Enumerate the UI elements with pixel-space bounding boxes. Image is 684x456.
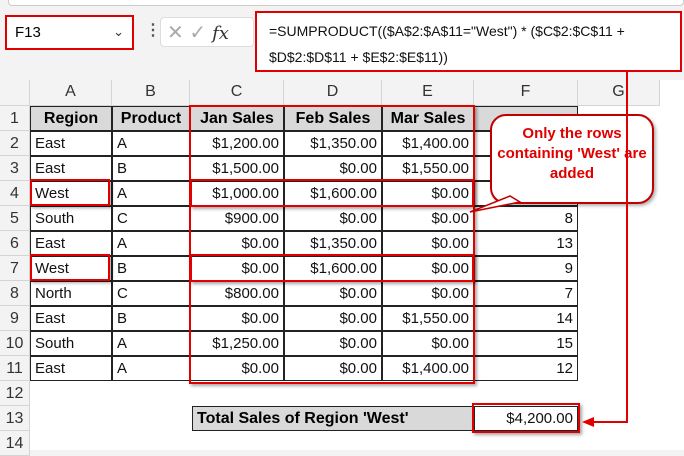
- table-cell[interactable]: $0.00: [190, 231, 284, 256]
- column-header-G[interactable]: G: [578, 80, 660, 106]
- row-header-13[interactable]: 13: [0, 406, 30, 431]
- enter-icon[interactable]: ✓: [189, 22, 206, 44]
- table-cell[interactable]: $1,400.00: [382, 356, 474, 381]
- formula-bar[interactable]: =SUMPRODUCT(($A$2:$A$11="West") * ($C$2:…: [255, 11, 682, 72]
- table-cell[interactable]: $1,000.00: [190, 181, 284, 206]
- table-cell[interactable]: $1,550.00: [382, 306, 474, 331]
- table-cell[interactable]: 8: [474, 206, 578, 231]
- table-cell[interactable]: B: [112, 256, 190, 281]
- table-cell[interactable]: South: [30, 331, 112, 356]
- row-header-7[interactable]: 7: [0, 256, 30, 281]
- total-label[interactable]: Total Sales of Region 'West': [192, 406, 474, 431]
- table-cell[interactable]: $1,500.00: [190, 156, 284, 181]
- table-cell[interactable]: 7: [474, 281, 578, 306]
- table-cell[interactable]: A: [112, 331, 190, 356]
- table-cell[interactable]: B: [112, 306, 190, 331]
- row-header-3[interactable]: 3: [0, 156, 30, 181]
- table-cell[interactable]: $0.00: [284, 331, 382, 356]
- table-cell[interactable]: B: [112, 156, 190, 181]
- row-header-11[interactable]: 11: [0, 356, 30, 381]
- header-cell[interactable]: Feb Sales: [284, 106, 382, 131]
- column-header-F[interactable]: F: [474, 80, 578, 106]
- row-header-8[interactable]: 8: [0, 281, 30, 306]
- column-header-A[interactable]: A: [30, 80, 112, 106]
- column-header-D[interactable]: D: [284, 80, 382, 106]
- table-cell[interactable]: $0.00: [284, 281, 382, 306]
- table-cell[interactable]: West: [30, 256, 112, 281]
- table-cell[interactable]: 15: [474, 331, 578, 356]
- table-cell[interactable]: A: [112, 181, 190, 206]
- column-header-C[interactable]: C: [190, 80, 284, 106]
- table-cell[interactable]: $1,200.00: [190, 131, 284, 156]
- table-cell[interactable]: $1,350.00: [284, 231, 382, 256]
- chevron-down-icon[interactable]: ⌄: [113, 24, 124, 40]
- table-cell[interactable]: $1,600.00: [284, 181, 382, 206]
- callout-note: Only the rows containing 'West' are adde…: [490, 114, 654, 204]
- table-cell[interactable]: C: [112, 281, 190, 306]
- select-all-corner[interactable]: [0, 80, 30, 106]
- table-cell[interactable]: East: [30, 231, 112, 256]
- column-header-B[interactable]: B: [112, 80, 190, 106]
- formula-controls: ✕ ✓ fx: [160, 17, 254, 47]
- cancel-icon[interactable]: ✕: [167, 22, 184, 44]
- table-cell[interactable]: $0.00: [382, 231, 474, 256]
- table-cell[interactable]: North: [30, 281, 112, 306]
- table-cell[interactable]: 9: [474, 256, 578, 281]
- table-cell[interactable]: $800.00: [190, 281, 284, 306]
- header-cell[interactable]: Product: [112, 106, 190, 131]
- table-cell[interactable]: $1,250.00: [190, 331, 284, 356]
- row-header-6[interactable]: 6: [0, 231, 30, 256]
- row-header-14[interactable]: 14: [0, 431, 30, 456]
- table-cell[interactable]: $0.00: [382, 281, 474, 306]
- table-cell[interactable]: $0.00: [382, 331, 474, 356]
- table-cell[interactable]: $1,600.00: [284, 256, 382, 281]
- insert-function-icon[interactable]: fx: [212, 23, 229, 44]
- table-cell[interactable]: $0.00: [284, 356, 382, 381]
- table-cell[interactable]: $900.00: [190, 206, 284, 231]
- column-header-E[interactable]: E: [382, 80, 474, 106]
- row-header-10[interactable]: 10: [0, 331, 30, 356]
- total-value-cell[interactable]: $4,200.00: [474, 406, 578, 431]
- table-cell[interactable]: 12: [474, 356, 578, 381]
- table-cell[interactable]: $0.00: [190, 356, 284, 381]
- table-cell[interactable]: 13: [474, 231, 578, 256]
- top-bar: [8, 0, 684, 6]
- table-cell[interactable]: 14: [474, 306, 578, 331]
- table-cell[interactable]: $0.00: [284, 306, 382, 331]
- table-cell[interactable]: East: [30, 156, 112, 181]
- row-header-9[interactable]: 9: [0, 306, 30, 331]
- table-cell[interactable]: $0.00: [284, 206, 382, 231]
- table-cell[interactable]: A: [112, 231, 190, 256]
- table-cell[interactable]: A: [112, 131, 190, 156]
- row-header-2[interactable]: 2: [0, 131, 30, 156]
- table-cell[interactable]: $0.00: [382, 181, 474, 206]
- table-cell[interactable]: $0.00: [382, 206, 474, 231]
- table-cell[interactable]: $0.00: [382, 256, 474, 281]
- row-header-4[interactable]: 4: [0, 181, 30, 206]
- table-cell[interactable]: $0.00: [190, 306, 284, 331]
- row-header-12[interactable]: 12: [0, 381, 30, 406]
- table-cell[interactable]: South: [30, 206, 112, 231]
- row-header-1[interactable]: 1: [0, 106, 30, 131]
- header-cell[interactable]: Mar Sales: [382, 106, 474, 131]
- table-cell[interactable]: $1,550.00: [382, 156, 474, 181]
- table-cell[interactable]: $0.00: [190, 256, 284, 281]
- table-cell[interactable]: $0.00: [284, 156, 382, 181]
- table-cell[interactable]: West: [30, 181, 112, 206]
- table-cell[interactable]: East: [30, 306, 112, 331]
- table-cell[interactable]: East: [30, 131, 112, 156]
- row-header-5[interactable]: 5: [0, 206, 30, 231]
- header-cell[interactable]: Region: [30, 106, 112, 131]
- table-cell[interactable]: $1,350.00: [284, 131, 382, 156]
- header-cell[interactable]: Jan Sales: [190, 106, 284, 131]
- more-options-icon[interactable]: ⋮: [145, 20, 161, 40]
- name-box[interactable]: F13 ⌄: [5, 15, 134, 50]
- table-cell[interactable]: C: [112, 206, 190, 231]
- table-cell[interactable]: A: [112, 356, 190, 381]
- table-cell[interactable]: East: [30, 356, 112, 381]
- name-box-value: F13: [15, 24, 41, 41]
- table-cell[interactable]: $1,400.00: [382, 131, 474, 156]
